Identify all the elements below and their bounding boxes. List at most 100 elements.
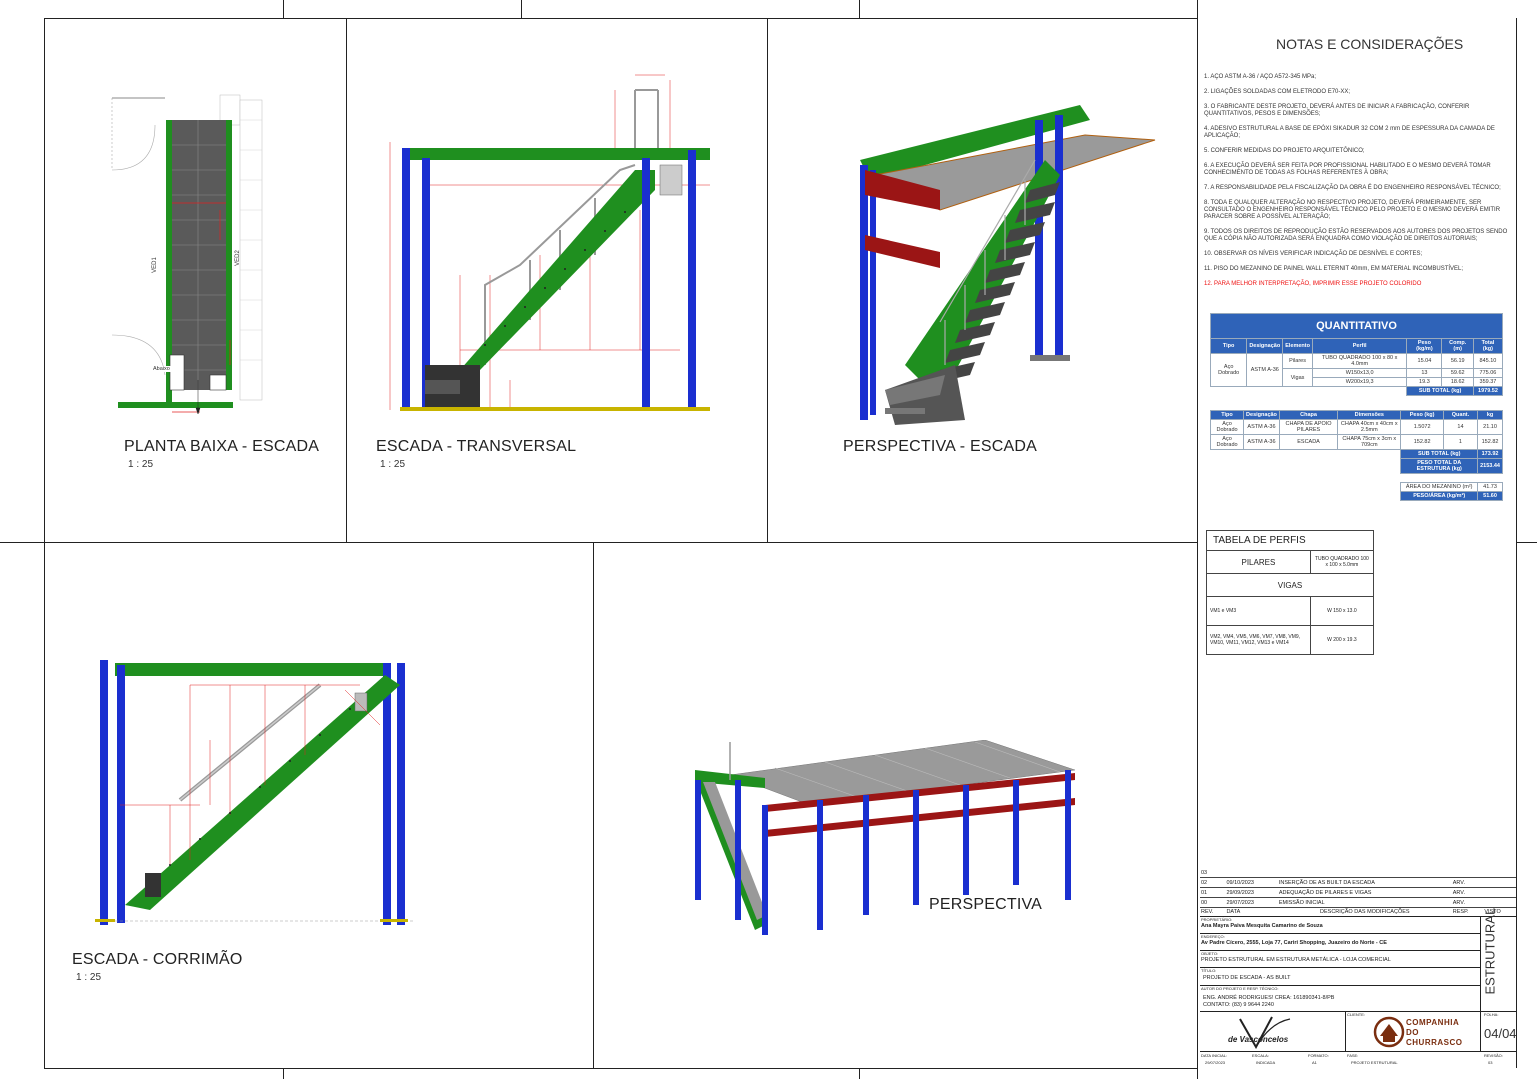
revision-desc	[1277, 868, 1452, 878]
footer-value: 29/07/2023	[1205, 1060, 1226, 1065]
frame-top	[44, 18, 1197, 19]
qt2-r1-dim: CHAPA 75cm x 3cm x 709cm	[1337, 434, 1402, 450]
note-item: 5. CONFERIR MEDIDAS DO PROJETO ARQUITETÔ…	[1204, 148, 1365, 154]
qt-h0: Tipo	[1209, 338, 1248, 354]
revision-desc: INSERÇÃO DE AS BUILT DA ESCADA	[1277, 877, 1452, 888]
notes-list: 1. AÇO ASTM A-36 / AÇO A572-345 MPa; 2. L…	[1204, 74, 1510, 296]
tb-vline-cli	[1345, 1011, 1346, 1051]
note-item: 8. TODA E QUALQUER ALTERAÇÃO NO RESPECTI…	[1204, 200, 1501, 220]
chapas-table: Tipo Designação Chapa Dimensões Peso (kg…	[1209, 410, 1503, 501]
planta-label-ved2: VED2	[234, 250, 241, 266]
footer-value: A1	[1312, 1060, 1317, 1065]
divider-mid	[0, 542, 1197, 543]
proprietario-label: PROPRIETÁRIO:	[1201, 917, 1233, 922]
qt2-subtotal-label: SUB TOTAL (kg)	[1400, 449, 1479, 459]
mark-b2	[859, 1068, 860, 1079]
qt2-r1-chapa: ESCADA	[1278, 434, 1339, 450]
qt2-r1-kg: 152.82	[1477, 434, 1503, 450]
qt2-subtotal: 173.92	[1477, 449, 1503, 459]
qt-r0-perfil: TUBO QUADRADO 100 x 80 x 4.0mm	[1311, 353, 1408, 369]
revision-rev: 00	[1200, 897, 1226, 908]
revision-desc: EMISSÃO INICIAL	[1277, 897, 1452, 908]
revision-rev: 03	[1200, 868, 1226, 878]
mark-t3	[859, 0, 860, 18]
perfis-viga1-name: VM2, VM4, VM5, VM6, VM7, VM8, VM9, VM10,…	[1206, 625, 1311, 655]
notes-title: NOTAS E CONSIDERAÇÕES	[1276, 36, 1464, 52]
footer-label: FASE:	[1347, 1053, 1359, 1058]
planta-title: PLANTA BAIXA - ESCADA	[124, 438, 320, 455]
tb-line-3	[1200, 950, 1480, 951]
note-item: 10. OBSERVAR OS NÍVEIS VERIFICAR INDICAÇ…	[1204, 251, 1423, 257]
revision-visto	[1483, 887, 1516, 898]
tb-vline-folha	[1480, 1011, 1481, 1051]
revision-table: 03 02 09/10/2023 INSERÇÃO DE AS BUILT DA ES…	[1200, 868, 1516, 916]
note-item: 1. AÇO ASTM A-36 / AÇO A572-345 MPa;	[1204, 74, 1317, 80]
titulo-label: TÍTULO:	[1201, 968, 1217, 973]
revision-row: 02 09/10/2023 INSERÇÃO DE AS BUILT DA ESCA…	[1200, 877, 1516, 888]
note-item: 6. A EXECUÇÃO DEVERÁ SER FEITA POR PROFI…	[1204, 163, 1491, 176]
note-item: 11. PISO DO MEZANINO DE PAINEL WALL ETER…	[1204, 266, 1464, 272]
perfis-viga1-val: W 200 x 19.3	[1309, 625, 1375, 655]
qt2-r1-quant: 1	[1442, 434, 1479, 450]
footer-label: REVISÃO:	[1484, 1053, 1503, 1058]
client-logo-text: COMPANHIA DO CHURRASCO	[1406, 1018, 1463, 1047]
rev-h2: DESCRIÇÃO DAS MODIFICAÇÕES	[1320, 909, 1410, 915]
corrimao-scale: 1 : 25	[76, 972, 102, 983]
note-item: 7. A RESPONSABILIDADE PELA FISCALIZAÇÃO …	[1204, 185, 1501, 191]
endereco-label: ENDEREÇO:	[1201, 934, 1225, 939]
planta-label-abaixo: Abaixo	[152, 366, 171, 372]
qt2-r0-chapa: CHAPA DE APOIO PILARES	[1278, 419, 1339, 435]
qt-tipo: Aço Dobrado	[1209, 353, 1248, 387]
revision-resp: ARV.	[1451, 897, 1484, 908]
qt-h3: Perfil	[1311, 338, 1408, 354]
designer-logo-text: de Vasconcelos	[1228, 1035, 1289, 1044]
qt-designacao: ASTM A-36	[1246, 353, 1284, 387]
note-item: 4. ADESIVO ESTRUTURAL A BASE DE EPÓXI SI…	[1204, 126, 1495, 139]
client-logo-icon	[1373, 1016, 1405, 1048]
qt2-r0-tipo: Aço Dobrado	[1209, 419, 1245, 435]
mark-t1	[283, 0, 284, 18]
autor: ENG. ANDRÉ RODRIGUES! CREA: 161890341-8/…	[1203, 995, 1335, 1001]
qt-subtotal: 1979.52	[1472, 386, 1504, 396]
qt-h5: Comp. (m)	[1441, 338, 1474, 354]
qt-r2-peso: 19.3	[1406, 377, 1443, 387]
qt2-r1-peso: 152.82	[1400, 434, 1444, 450]
revision-data: 29/09/2023	[1225, 887, 1278, 898]
tb-line-2	[1200, 933, 1480, 934]
qt-r1-comp: 59.62	[1441, 368, 1474, 378]
qt-r2-perfil: W200x19,3	[1311, 377, 1408, 387]
frame-right	[1516, 18, 1517, 1068]
revision-data: 29/07/2023	[1225, 897, 1278, 908]
cliente-label: CLIENTE:	[1347, 1012, 1366, 1017]
divider-right	[1197, 0, 1198, 1079]
disciplina: ESTRUTURAL	[1482, 907, 1498, 995]
divider-v3	[593, 542, 594, 1068]
tb-line-4	[1200, 967, 1480, 968]
qt2-r0-designacao: ASTM A-36	[1243, 419, 1280, 435]
qt-r1-total: 775.06	[1472, 368, 1504, 378]
revision-desc: ADEQUAÇÃO DE PILARES E VIGAS	[1277, 887, 1452, 898]
qt-r0-comp: 56.19	[1441, 353, 1474, 369]
revision-row: 01 29/09/2023 ADEQUAÇÃO DE PILARES E VIGAS…	[1200, 887, 1516, 898]
mark-t2	[521, 0, 522, 18]
tb-line-1	[1200, 916, 1516, 917]
note-item: 2. LIGAÇÕES SOLDADAS COM ELETRODO E70-XX…	[1204, 89, 1351, 95]
frame-bottom	[44, 1068, 1197, 1069]
frame-left	[44, 18, 45, 1068]
revision-rev: 02	[1200, 877, 1226, 888]
qt-subtotal-label: SUB TOTAL (kg)	[1406, 386, 1474, 396]
planta-label-ved1: VED1	[151, 257, 158, 273]
qt2-h2: Chapa	[1278, 410, 1339, 420]
perfis-viga0-name: VM1 e VM3	[1206, 596, 1311, 626]
peso-area-label: PESO/ÁREA (kg/m²)	[1400, 491, 1479, 501]
objeto: PROJETO ESTRUTURAL EM ESTRUTURA METÁLICA…	[1201, 957, 1391, 963]
planta-scale: 1 : 25	[128, 459, 154, 470]
corrimao-title: ESCADA - CORRIMÃO	[72, 951, 243, 968]
qt2-r0-kg: 21.10	[1477, 419, 1503, 435]
qt2-r0-quant: 14	[1442, 419, 1479, 435]
qt2-h0: Tipo	[1209, 410, 1245, 420]
planta-baixa-drawing	[111, 94, 263, 415]
rev-h0: REV.	[1201, 909, 1214, 915]
revision-row: 00 29/07/2023 EMISSÃO INICIAL ARV.	[1200, 897, 1516, 908]
footer-value: PROJETO ESTRUTURAL	[1351, 1060, 1398, 1065]
